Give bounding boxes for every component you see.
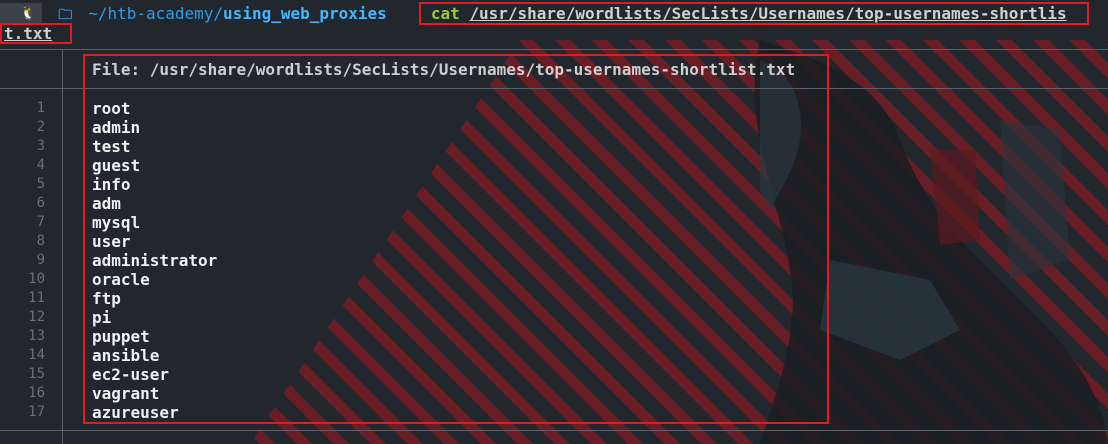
line-number: 7 <box>36 214 45 230</box>
path-prefix: ~/htb-academy/ <box>88 4 224 23</box>
line-number: 2 <box>36 119 45 135</box>
command-name: cat <box>430 4 460 23</box>
line-number: 15 <box>28 366 45 382</box>
line-number: 14 <box>28 347 45 363</box>
frame-bottom-rule <box>0 430 1108 431</box>
line-number-gutter: 1 2 3 4 5 6 7 8 9 10 11 12 13 14 15 16 17 <box>0 99 45 422</box>
command-argument-wrapped[interactable]: t.txt <box>4 24 52 43</box>
command-argument-wrap: t.txt <box>0 23 72 44</box>
shell-prompt: 🐧 🗀 ~/htb-academy/using_web_proxies cat /… <box>0 2 1089 25</box>
linux-tux-icon: 🐧 <box>0 3 53 24</box>
command-argument[interactable]: /usr/share/wordlists/SecLists/Usernames/… <box>469 4 1066 23</box>
line-number: 5 <box>36 176 45 192</box>
frame-gutter-rule <box>62 49 63 444</box>
line-number: 17 <box>28 404 45 420</box>
line-number: 16 <box>28 385 45 401</box>
line-number: 9 <box>36 252 45 268</box>
line-number: 4 <box>36 157 45 173</box>
output-highlight-box <box>83 54 829 424</box>
frame-top-rule <box>0 49 1108 50</box>
line-number: 12 <box>28 309 45 325</box>
line-number: 1 <box>36 100 45 116</box>
line-number: 11 <box>28 290 45 306</box>
path-current-dir: using_web_proxies <box>223 4 387 23</box>
command-highlight-box: cat /usr/share/wordlists/SecLists/Userna… <box>418 2 1089 25</box>
line-number: 10 <box>28 271 45 287</box>
line-number: 6 <box>36 195 45 211</box>
prompt-path: 🗀 ~/htb-academy/using_web_proxies <box>42 3 411 24</box>
line-number: 13 <box>28 328 45 344</box>
line-number: 3 <box>36 138 45 154</box>
folder-icon: 🗀 <box>58 7 73 23</box>
line-number: 8 <box>36 233 45 249</box>
